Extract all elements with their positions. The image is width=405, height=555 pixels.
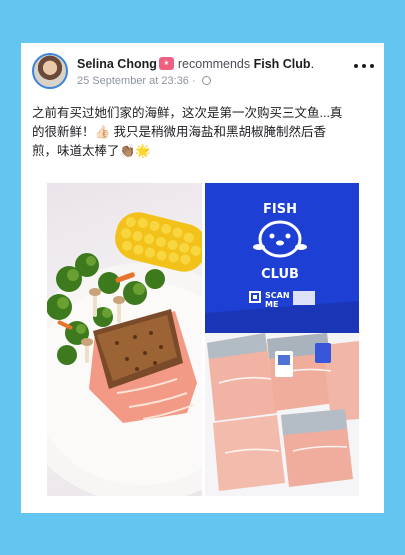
bag-text-bottom: CLUB [261,267,299,282]
dot-icon [354,64,358,68]
post-header: Selina Chong recommends Fish Club. 25 Sep… [21,43,384,99]
photo-grid: FISH CLUB SCAN ME [47,183,359,496]
post-title-line: Selina Chong recommends Fish Club. [77,57,314,71]
page-suffix: . [310,57,315,71]
post-text-line-2: 的很新鲜！👍🏻 我只是稍微用海盐和黑胡椒腌制然后香 [32,125,327,139]
me-text: ME [265,300,278,309]
timestamp[interactable]: 25 September at 23:36 [77,75,189,87]
more-options-button[interactable] [354,61,374,71]
dot-icon [370,64,374,68]
recommend-icon [158,57,174,70]
post-text-line-3: 煎，味道太棒了👏🏽🌟 [32,144,151,158]
recommends-text: recommends [177,57,251,71]
author-name[interactable]: Selina Chong [77,57,157,71]
scan-text: SCAN [265,291,290,300]
salmon-dish-illustration [47,212,202,496]
bag-text-top: FISH [263,202,297,217]
salmon-dish-photo[interactable] [47,183,202,496]
dot-icon [362,64,366,68]
avatar[interactable] [32,53,68,89]
page-name-link[interactable]: Fish Club [254,57,311,71]
fish-club-package-illustration: FISH CLUB SCAN ME [205,183,359,496]
post-text-line-1: 之前有买过她们家的海鲜，这次是第一次购买三文鱼...真 [32,106,343,120]
globe-icon [201,76,211,85]
fish-club-package-photo[interactable]: FISH CLUB SCAN ME [205,183,359,496]
post-meta: 25 September at 23:36 · [77,75,211,87]
post-card: Selina Chong recommends Fish Club. 25 Sep… [21,43,384,513]
meta-separator: · [191,75,196,87]
post-text: 之前有买过她们家的海鲜，这次是第一次购买三文鱼...真 的很新鲜！👍🏻 我只是稍… [32,104,377,161]
